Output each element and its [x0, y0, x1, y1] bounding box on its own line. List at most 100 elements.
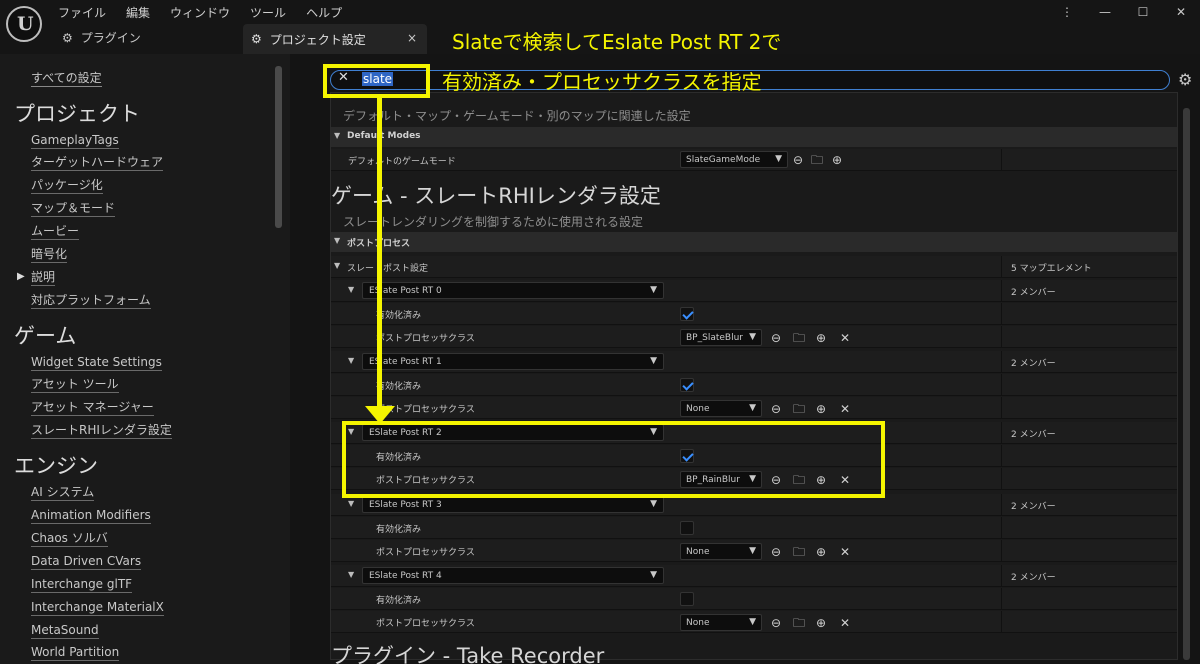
sidebar-item-asset-tools[interactable]: アセット ツール: [31, 377, 119, 393]
sidebar-item-chaos-solver[interactable]: Chaos ソルバ: [31, 531, 108, 547]
element-key-select-rt0[interactable]: ESlate Post RT 0 ▼: [362, 282, 664, 299]
chevron-down-icon: ▼: [749, 617, 756, 627]
tab-project-settings-label: プロジェクト設定: [269, 32, 366, 47]
menu-window[interactable]: ウィンドウ: [170, 4, 230, 21]
sidebar-all-settings[interactable]: すべての設定: [31, 69, 102, 87]
browse-folder-icon[interactable]: 🗀: [793, 546, 805, 558]
slate-post-settings-row[interactable]: ▼ スレートポスト設定 5 マップエレメント: [331, 256, 1177, 278]
sidebar-item-ai-system[interactable]: AI システム: [31, 485, 95, 501]
sidebar-item-animation-modifiers[interactable]: Animation Modifiers: [31, 508, 151, 524]
postprocessor-class-value: None: [686, 618, 710, 628]
enabled-checkbox-rt1[interactable]: [680, 378, 694, 392]
unreal-logo-icon[interactable]: U: [6, 6, 42, 42]
element-key-select-rt3[interactable]: ESlate Post RT 3 ▼: [362, 496, 664, 513]
browse-folder-icon[interactable]: 🗀: [793, 332, 805, 344]
add-icon[interactable]: ⊕: [816, 403, 826, 415]
use-selected-icon[interactable]: ⊖: [771, 546, 781, 558]
clear-icon[interactable]: ✕: [840, 546, 850, 558]
settings-sidebar: すべての設定 プロジェクト GameplayTags ターゲットハードウェア パ…: [0, 54, 290, 664]
chevron-down-icon: ▼: [650, 499, 657, 509]
sidebar-item-interchange-gltf[interactable]: Interchange glTF: [31, 577, 133, 593]
clear-icon[interactable]: ✕: [840, 403, 850, 415]
sidebar-item-maps-modes[interactable]: マップ＆モード: [31, 201, 116, 217]
tab-plugins[interactable]: ⚙ プラグイン: [62, 29, 141, 46]
slate-post-settings-label: スレートポスト設定: [347, 264, 429, 274]
chevron-down-icon: ▼: [650, 356, 657, 366]
sidebar-item-packaging[interactable]: パッケージ化: [31, 178, 103, 194]
clear-icon[interactable]: ✕: [840, 617, 850, 629]
browse-folder-icon[interactable]: 🗀: [793, 617, 805, 629]
sidebar-item-data-driven-cvars[interactable]: Data Driven CVars: [31, 554, 142, 570]
close-tab-icon[interactable]: ×: [407, 31, 417, 45]
element-key-value: ESlate Post RT 4: [369, 571, 442, 581]
sidebar-item-asset-manager[interactable]: アセット マネージャー: [31, 400, 154, 416]
enabled-checkbox-rt4[interactable]: [680, 592, 694, 606]
postprocessor-class-select-rt3[interactable]: None ▼: [680, 543, 762, 560]
clear-icon[interactable]: ✕: [840, 332, 850, 344]
sidebar-item-world-partition[interactable]: World Partition: [31, 645, 120, 661]
add-icon[interactable]: ⊕: [832, 154, 842, 166]
use-selected-icon[interactable]: ⊖: [771, 332, 781, 344]
postprocessor-class-value: BP_SlateBlur: [686, 333, 743, 343]
enabled-label: 有効化済み: [376, 311, 422, 321]
gear-icon[interactable]: ⚙: [1178, 70, 1192, 89]
annotation-line-2: 有効済み・プロセッサクラスを指定: [442, 70, 762, 94]
postprocessor-class-label: ポストプロセッサクラス: [376, 548, 475, 558]
section-title-take-recorder: プラグイン - Take Recorder: [331, 644, 605, 664]
postprocess-header[interactable]: ▼ ポストプロセス: [331, 232, 1177, 252]
collapse-arrow-icon: ▼: [348, 570, 355, 579]
details-scrollbar[interactable]: [1183, 108, 1190, 660]
add-icon[interactable]: ⊕: [816, 546, 826, 558]
sidebar-item-widget-state[interactable]: Widget State Settings: [31, 355, 162, 371]
use-selected-icon[interactable]: ⊖: [771, 617, 781, 629]
sidebar-item-platforms[interactable]: 対応プラットフォーム: [31, 293, 151, 309]
enabled-label: 有効化済み: [376, 525, 422, 535]
element-enabled-row-rt4: 有効化済み: [331, 588, 1177, 610]
default-modes-label: Default Modes: [347, 131, 421, 141]
enabled-checkbox-rt0[interactable]: [680, 307, 694, 321]
chevron-down-icon: ▼: [775, 154, 782, 164]
sidebar-item-encryption[interactable]: 暗号化: [31, 247, 68, 263]
default-modes-header[interactable]: ▼ Default Modes: [331, 127, 1177, 147]
element-enabled-row-rt3: 有効化済み: [331, 517, 1177, 539]
use-selected-icon[interactable]: ⊖: [793, 154, 803, 166]
postprocessor-class-select-rt0[interactable]: BP_SlateBlur ▼: [680, 329, 762, 346]
annotation-highlight-rt2: [342, 421, 885, 498]
menu-help[interactable]: ヘルプ: [306, 4, 342, 21]
postprocessor-class-select-rt1[interactable]: None ▼: [680, 400, 762, 417]
sidebar-item-slate-rhi[interactable]: スレートRHIレンダラ設定: [31, 423, 172, 439]
enabled-label: 有効化済み: [376, 596, 422, 606]
plug-icon: ⚙: [62, 30, 73, 45]
close-window-icon[interactable]: ✕: [1162, 0, 1200, 24]
sidebar-item-target-hardware[interactable]: ターゲットハードウェア: [31, 155, 164, 171]
sidebar-item-gameplaytags[interactable]: GameplayTags: [31, 133, 119, 149]
postprocessor-class-select-rt4[interactable]: None ▼: [680, 614, 762, 631]
element-key-select-rt4[interactable]: ESlate Post RT 4 ▼: [362, 567, 664, 584]
postprocessor-class-value: None: [686, 404, 710, 414]
chevron-down-icon: ▼: [749, 332, 756, 342]
browse-folder-icon[interactable]: 🗀: [793, 403, 805, 415]
sidebar-item-interchange-materialx[interactable]: Interchange MaterialX: [31, 600, 164, 616]
add-icon[interactable]: ⊕: [816, 617, 826, 629]
default-gamemode-select[interactable]: SlateGameMode ▼: [680, 151, 788, 168]
add-icon[interactable]: ⊕: [816, 332, 826, 344]
tab-project-settings[interactable]: ⚙ プロジェクト設定 ×: [243, 24, 427, 54]
collapse-arrow-icon: ▼: [334, 131, 341, 140]
sidebar-item-metasound[interactable]: MetaSound: [31, 623, 99, 639]
minimize-icon[interactable]: —: [1086, 0, 1124, 24]
annotation-highlight-search: [323, 64, 430, 98]
chevron-down-icon: ▼: [749, 546, 756, 556]
element-key-select-rt1[interactable]: ESlate Post RT 1 ▼: [362, 353, 664, 370]
browse-folder-icon[interactable]: 🗀: [811, 154, 823, 166]
use-selected-icon[interactable]: ⊖: [771, 403, 781, 415]
more-icon[interactable]: ⋮: [1048, 0, 1086, 24]
sidebar-item-description[interactable]: 説明: [31, 270, 56, 286]
sidebar-item-movies[interactable]: ムービー: [31, 224, 80, 240]
enabled-checkbox-rt3[interactable]: [680, 521, 694, 535]
menu-file[interactable]: ファイル: [58, 4, 106, 21]
sidebar-scrollbar[interactable]: [275, 66, 282, 228]
menu-tools[interactable]: ツール: [250, 4, 286, 21]
maximize-icon[interactable]: ☐: [1124, 0, 1162, 24]
menu-edit[interactable]: 編集: [126, 4, 150, 21]
expand-arrow-icon[interactable]: ▶: [17, 271, 25, 282]
